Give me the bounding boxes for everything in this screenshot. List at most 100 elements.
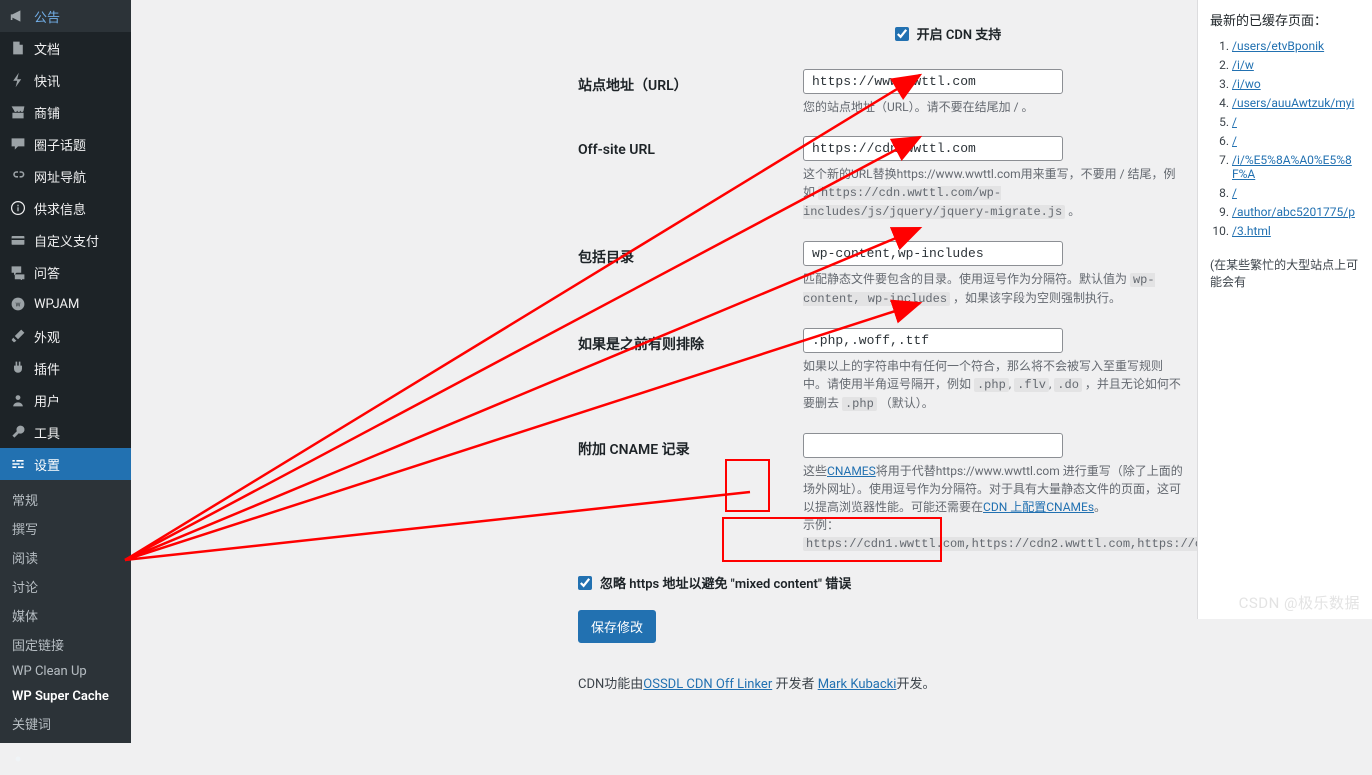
cached-page-link[interactable]: /i/w bbox=[1232, 58, 1254, 72]
cached-page-link[interactable]: /users/etvBponik bbox=[1232, 39, 1324, 53]
cached-pages-list: /users/etvBponik/i/w/i/wo/users/auuAwtzu… bbox=[1210, 39, 1360, 238]
submenu-item[interactable]: WP Super Cache bbox=[0, 684, 131, 709]
link-icon bbox=[8, 166, 28, 186]
submenu-item[interactable]: 阅读 bbox=[0, 543, 131, 572]
skip-https-checkbox[interactable] bbox=[578, 576, 592, 590]
sidebar-item-settings[interactable]: 设置 bbox=[0, 448, 131, 480]
card-icon bbox=[8, 230, 28, 250]
sidebar-item-7[interactable]: 自定义支付 bbox=[0, 224, 131, 256]
sidebar-item-label: 自定义支付 bbox=[34, 231, 99, 250]
sidebar-item-9[interactable]: W WPJAM bbox=[0, 288, 131, 320]
tools-icon bbox=[8, 422, 28, 442]
offsite-url-label: Off-site URL bbox=[578, 136, 803, 221]
gear-icon bbox=[8, 749, 28, 769]
ossdl-link[interactable]: OSSDL CDN Off Linker bbox=[643, 677, 772, 692]
save-button[interactable]: 保存修改 bbox=[578, 610, 656, 643]
cached-page-item: /i/wo bbox=[1232, 77, 1360, 91]
submenu-item[interactable]: 撰写 bbox=[0, 514, 131, 543]
brush-icon bbox=[8, 326, 28, 346]
settings-submenu: 常规撰写阅读讨论媒体固定链接WP Clean UpWP Super Cache关… bbox=[0, 480, 131, 743]
sidebar-item-label: 网址导航 bbox=[34, 167, 86, 186]
sidebar-item-theme-settings[interactable]: 主题设置 bbox=[0, 743, 131, 775]
plugin-icon bbox=[8, 358, 28, 378]
include-dirs-input[interactable] bbox=[803, 241, 1063, 266]
sidebar-item-6[interactable]: 供求信息 bbox=[0, 192, 131, 224]
exclude-help: 如果以上的字符串中有任何一个符合，那么将不会被写入至重写规则中。请使用半角逗号隔… bbox=[803, 357, 1183, 413]
chat-icon bbox=[8, 134, 28, 154]
cached-page-item: /author/abc5201775/p bbox=[1232, 205, 1360, 219]
submenu-item[interactable]: WP Clean Up bbox=[0, 659, 131, 684]
sidebar-item-label: 主题设置 bbox=[34, 750, 86, 769]
cached-page-link[interactable]: /i/%E5%8A%A0%E5%8F%A bbox=[1232, 153, 1352, 181]
sidebar-item-5[interactable]: 网址导航 bbox=[0, 160, 131, 192]
sidebar-item-label: 圈子话题 bbox=[34, 135, 86, 154]
cached-page-item: /3.html bbox=[1232, 224, 1360, 238]
offsite-url-help: 这个新的URL替换https://www.wwttl.com用来重写，不要用 /… bbox=[803, 165, 1183, 221]
site-url-input[interactable] bbox=[803, 69, 1063, 94]
sidebar-item-8[interactable]: 问答 bbox=[0, 256, 131, 288]
sidebar-item-2[interactable]: 快讯 bbox=[0, 64, 131, 96]
enable-cdn-checkbox[interactable] bbox=[895, 27, 909, 41]
cached-pages-note: (在某些繁忙的大型站点上可能会有 bbox=[1210, 256, 1360, 290]
comments-icon bbox=[8, 262, 28, 282]
submenu-item[interactable]: 讨论 bbox=[0, 572, 131, 601]
include-dirs-help: 匹配静态文件要包含的目录。使用逗号作为分隔符。默认值为 wp-content, … bbox=[803, 270, 1183, 308]
admin-sidebar: 公告文档快讯商铺圈子话题网址导航供求信息自定义支付问答 W WPJAM 外观插件用户工… bbox=[0, 0, 131, 619]
exclude-label: 如果是之前有则排除 bbox=[578, 328, 803, 413]
credit-line: CDN功能由OSSDL CDN Off Linker 开发者 Mark Kuba… bbox=[578, 673, 1318, 692]
submenu-item[interactable]: 关键词 bbox=[0, 709, 131, 738]
sidebar-item-4[interactable]: 圈子话题 bbox=[0, 128, 131, 160]
svg-text:W: W bbox=[16, 302, 21, 308]
sidebar-item-3[interactable]: 商铺 bbox=[0, 96, 131, 128]
document-icon bbox=[8, 38, 28, 58]
cached-page-item: /users/auuAwtzuk/myi bbox=[1232, 96, 1360, 110]
submenu-item[interactable]: 媒体 bbox=[0, 601, 131, 630]
sidebar-item-label: 设置 bbox=[34, 455, 60, 474]
skip-https-label: 忽略 https 地址以避免 "mixed content" 错误 bbox=[600, 573, 851, 592]
cached-page-link[interactable]: /3.html bbox=[1232, 224, 1271, 238]
cached-page-link[interactable]: /i/wo bbox=[1232, 77, 1261, 91]
sidebar-item-12[interactable]: 用户 bbox=[0, 384, 131, 416]
sidebar-item-label: 外观 bbox=[34, 327, 60, 346]
megaphone-icon bbox=[8, 6, 28, 26]
wpjam-icon: W bbox=[8, 294, 28, 314]
cnames-link[interactable]: CNAMES bbox=[827, 464, 876, 478]
cached-page-item: /i/%E5%8A%A0%E5%8F%A bbox=[1232, 153, 1360, 181]
cached-page-link[interactable]: /author/abc5201775/p bbox=[1232, 205, 1355, 219]
cdn-config-link[interactable]: CDN 上配置CNAMEs bbox=[983, 500, 1094, 514]
cname-help: 这些CNAMES将用于代替https://www.wwttl.com 进行重写（… bbox=[803, 462, 1183, 553]
include-dirs-label: 包括目录 bbox=[578, 241, 803, 308]
offsite-url-input[interactable] bbox=[803, 136, 1063, 161]
sidebar-item-11[interactable]: 插件 bbox=[0, 352, 131, 384]
sidebar-item-label: 问答 bbox=[34, 263, 60, 282]
cached-page-link[interactable]: / bbox=[1232, 134, 1237, 148]
user-icon bbox=[8, 390, 28, 410]
sidebar-item-label: 文档 bbox=[34, 39, 60, 58]
sidebar-item-label: 供求信息 bbox=[34, 199, 86, 218]
sidebar-item-label: WPJAM bbox=[34, 297, 79, 312]
cached-page-item: /users/etvBponik bbox=[1232, 39, 1360, 53]
enable-cdn-label: 开启 CDN 支持 bbox=[917, 24, 1002, 43]
sidebar-item-label: 商铺 bbox=[34, 103, 60, 122]
author-link[interactable]: Mark Kubacki bbox=[818, 677, 897, 692]
sidebar-item-13[interactable]: 工具 bbox=[0, 416, 131, 448]
cached-page-item: /i/w bbox=[1232, 58, 1360, 72]
cached-page-item: / bbox=[1232, 134, 1360, 148]
cached-page-link[interactable]: /users/auuAwtzuk/myi bbox=[1232, 96, 1354, 110]
exclude-input[interactable] bbox=[803, 328, 1063, 353]
cname-label: 附加 CNAME 记录 bbox=[578, 433, 803, 553]
cached-page-link[interactable]: / bbox=[1232, 115, 1237, 129]
cached-page-link[interactable]: / bbox=[1232, 186, 1237, 200]
sidebar-item-label: 快讯 bbox=[34, 71, 60, 90]
sliders-icon bbox=[8, 454, 28, 474]
main-content: 开启 CDN 支持 站点地址（URL） 您的站点地址（URL）。请不要在结尾加 … bbox=[131, 0, 1372, 619]
cname-input[interactable] bbox=[803, 433, 1063, 458]
submenu-item[interactable]: 固定链接 bbox=[0, 630, 131, 659]
submenu-item[interactable]: 常规 bbox=[0, 485, 131, 514]
sidebar-item-0[interactable]: 公告 bbox=[0, 0, 131, 32]
sidebar-item-10[interactable]: 外观 bbox=[0, 320, 131, 352]
info-icon bbox=[8, 198, 28, 218]
bolt-icon bbox=[8, 70, 28, 90]
watermark: CSDN @极乐数据 bbox=[1239, 592, 1360, 613]
sidebar-item-1[interactable]: 文档 bbox=[0, 32, 131, 64]
